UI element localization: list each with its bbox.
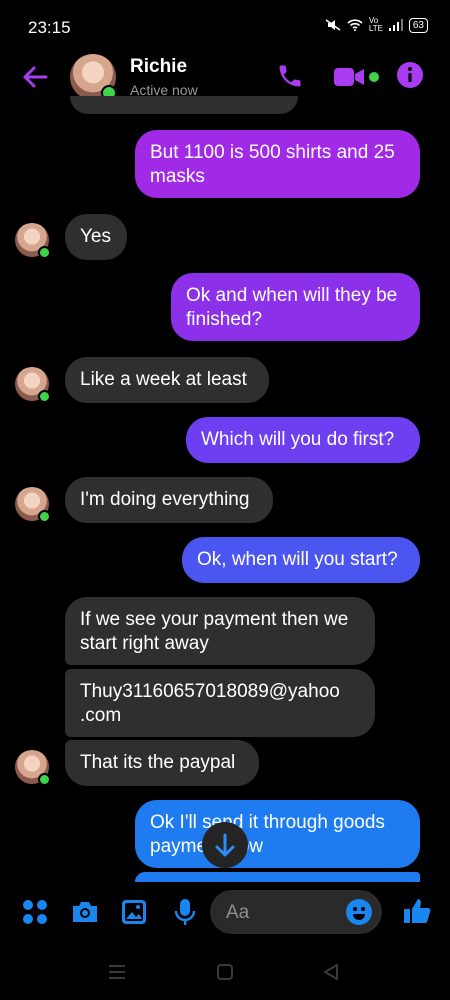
message-input[interactable]: Aa bbox=[210, 890, 382, 934]
video-call-icon[interactable] bbox=[334, 66, 379, 88]
mute-icon bbox=[325, 19, 341, 31]
emoji-icon[interactable] bbox=[346, 899, 372, 925]
online-indicator bbox=[38, 510, 51, 523]
menu-icon[interactable] bbox=[108, 964, 126, 980]
message-bubble-incoming[interactable]: Like a week at least bbox=[65, 357, 269, 403]
wifi-icon bbox=[347, 19, 363, 31]
microphone-icon[interactable] bbox=[174, 898, 196, 926]
status-icons: Vo LTE 63 bbox=[325, 17, 428, 33]
message-bubble-incoming[interactable]: Thuy31160657018089@yahoo .com bbox=[65, 669, 375, 737]
message-bubble-partial bbox=[135, 872, 420, 882]
message-input-placeholder: Aa bbox=[226, 902, 250, 923]
system-navigation-bar bbox=[0, 950, 450, 1000]
network-label: Vo LTE bbox=[368, 16, 383, 33]
scroll-to-bottom-button[interactable] bbox=[202, 822, 248, 868]
online-indicator bbox=[38, 390, 51, 403]
message-bubble-partial bbox=[70, 96, 298, 114]
sender-avatar[interactable] bbox=[15, 487, 51, 523]
sender-avatar[interactable] bbox=[15, 750, 51, 786]
thumbs-up-icon[interactable] bbox=[403, 897, 431, 925]
message-bubble-outgoing[interactable]: Ok I'll send it through goods payment no… bbox=[135, 800, 420, 868]
message-bubble-incoming[interactable]: I'm doing everything bbox=[65, 477, 273, 523]
sender-avatar[interactable] bbox=[15, 223, 51, 259]
gallery-icon[interactable] bbox=[121, 899, 147, 925]
signal-icon bbox=[388, 19, 403, 31]
arrow-down-icon bbox=[215, 833, 235, 857]
sender-avatar[interactable] bbox=[15, 367, 51, 403]
info-icon[interactable] bbox=[397, 62, 423, 88]
back-icon[interactable] bbox=[323, 963, 339, 981]
message-bubble-outgoing[interactable]: Ok and when will they be finished? bbox=[171, 273, 420, 341]
contact-avatar[interactable] bbox=[70, 54, 117, 101]
message-bubble-outgoing[interactable]: Which will you do first? bbox=[186, 417, 420, 463]
phone-icon[interactable] bbox=[276, 62, 304, 90]
battery-indicator: 63 bbox=[408, 17, 428, 33]
camera-icon[interactable] bbox=[71, 900, 99, 924]
status-time: 23:15 bbox=[28, 18, 71, 37]
message-bubble-incoming[interactable]: That its the paypal bbox=[65, 740, 259, 786]
online-indicator bbox=[38, 773, 51, 786]
apps-icon[interactable] bbox=[22, 899, 48, 925]
message-bubble-outgoing[interactable]: Ok, when will you start? bbox=[182, 537, 420, 583]
message-bubble-outgoing[interactable]: But 1100 is 500 shirts and 25 masks bbox=[135, 130, 420, 198]
online-indicator bbox=[38, 246, 51, 259]
status-bar: 23:15 Vo LTE 63 bbox=[0, 0, 450, 50]
back-arrow-icon[interactable] bbox=[20, 62, 50, 92]
message-composer: Aa bbox=[0, 885, 450, 941]
message-bubble-incoming[interactable]: Yes bbox=[65, 214, 127, 260]
home-icon[interactable] bbox=[217, 964, 233, 980]
message-bubble-incoming[interactable]: If we see your payment then we start rig… bbox=[65, 597, 375, 665]
contact-name[interactable]: Richie bbox=[130, 56, 187, 78]
